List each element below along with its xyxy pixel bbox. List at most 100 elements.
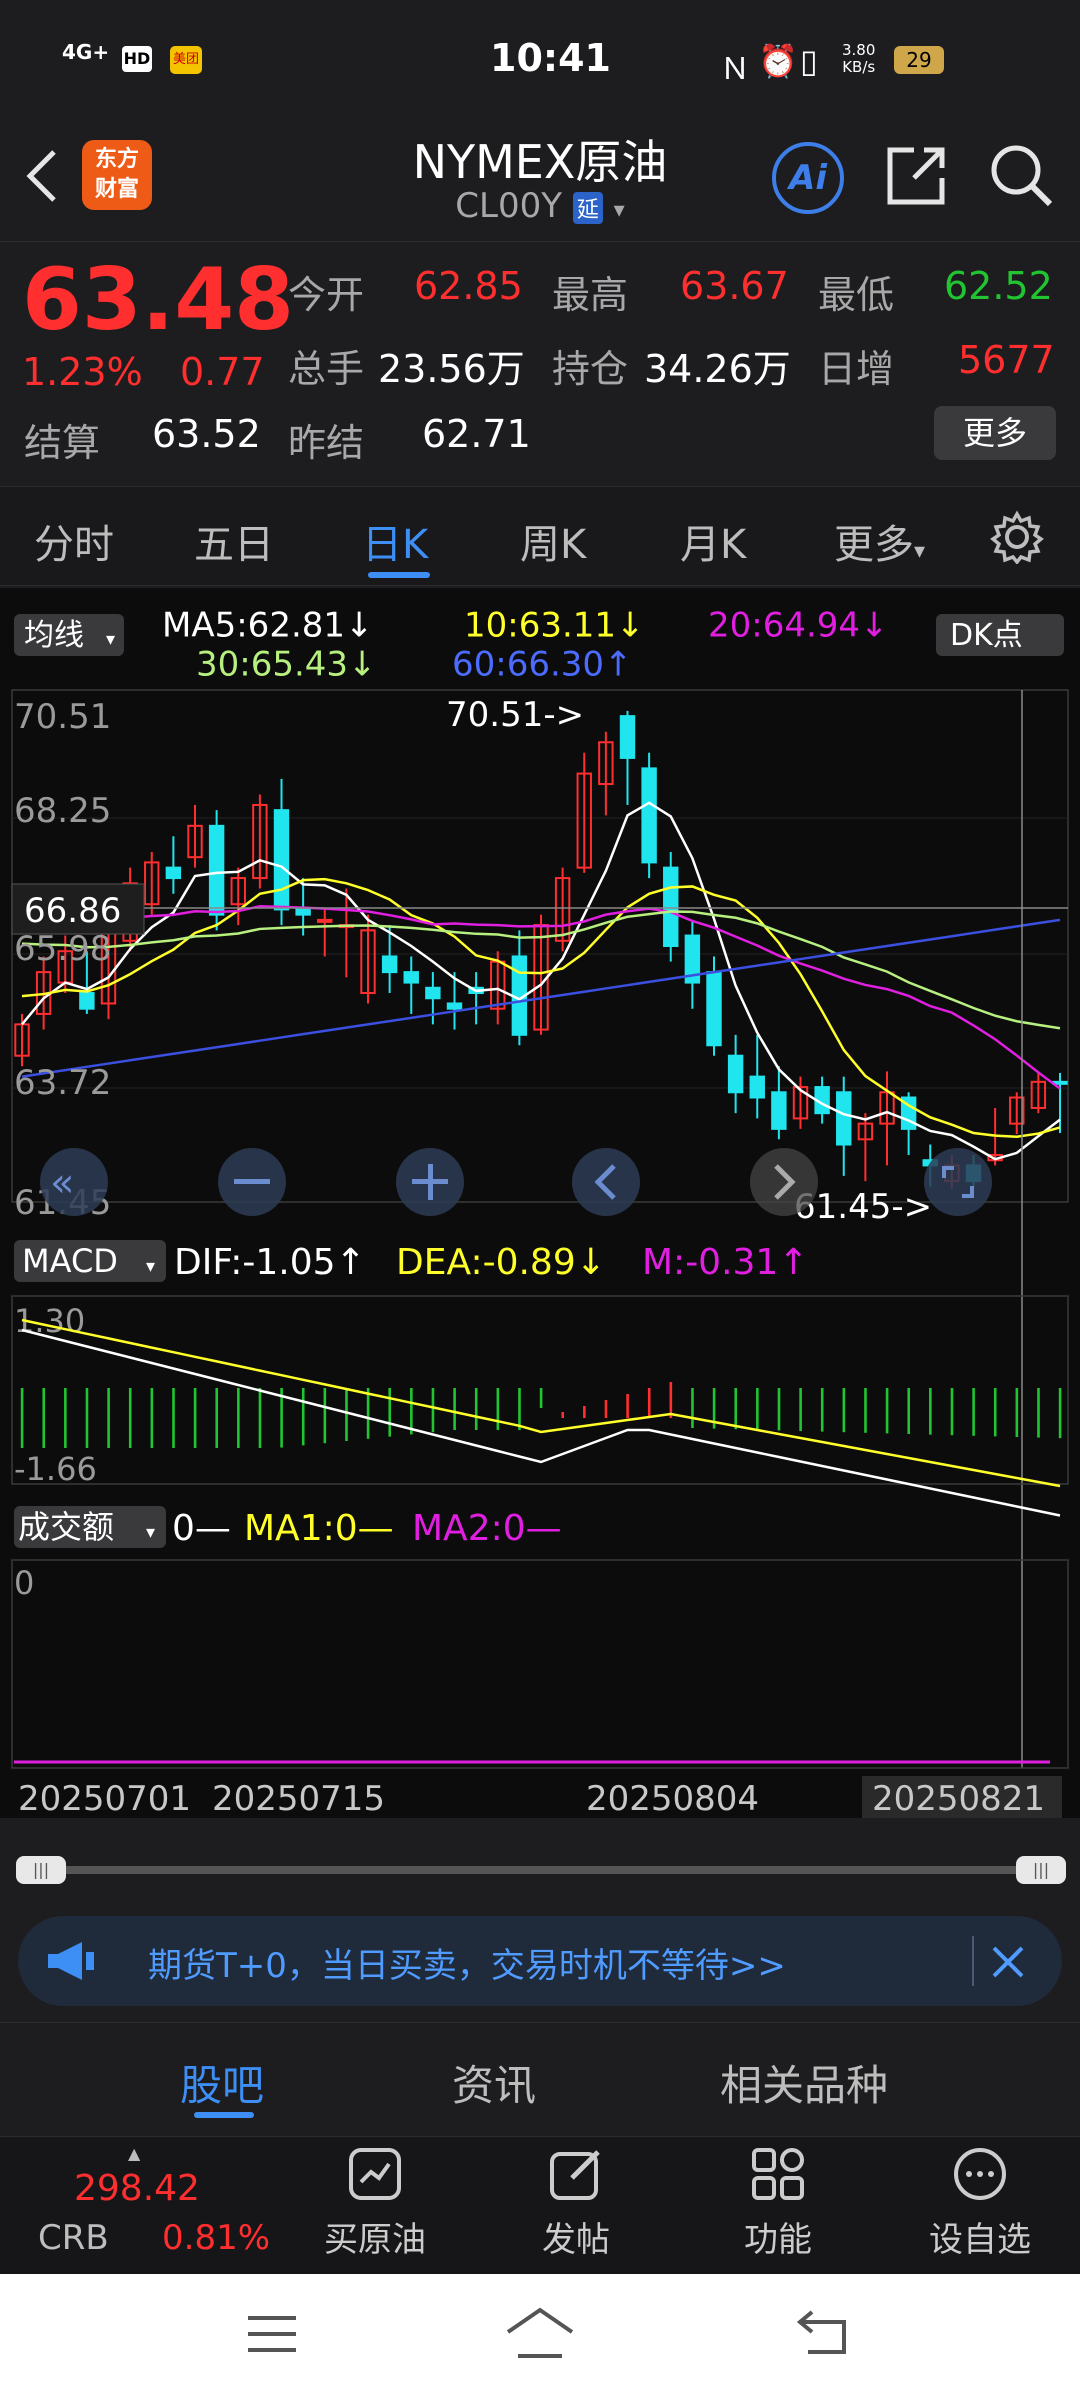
net-speed: 3.80 KB/s xyxy=(842,41,876,76)
functions-button[interactable]: 功能 xyxy=(726,2146,830,2266)
macd-bar xyxy=(1037,1388,1040,1438)
tab-active-indicator xyxy=(368,572,430,578)
high-value: 63.67 xyxy=(680,264,789,308)
menu-icon[interactable] xyxy=(244,2312,300,2356)
zoom-in-button[interactable] xyxy=(396,1148,464,1216)
alarm-icon: ⏰ xyxy=(758,42,798,80)
low-label: 最低 xyxy=(818,273,895,317)
tab-monthly-k[interactable]: 月K xyxy=(680,512,746,570)
tab-related-products[interactable]: 相关品种 xyxy=(720,2052,888,2113)
macd-bar xyxy=(345,1388,348,1441)
macd-bar xyxy=(85,1388,89,1448)
post-button[interactable]: 发帖 xyxy=(524,2146,628,2266)
candle-body xyxy=(208,824,225,916)
range-slider-track[interactable] xyxy=(40,1866,1040,1874)
tab-news[interactable]: 资讯 xyxy=(452,2052,536,2113)
scroll-left-fast-button[interactable]: « xyxy=(40,1148,108,1216)
change-percent: 1.23% xyxy=(22,350,143,394)
edit-post-icon xyxy=(550,2150,600,2200)
kline-chart-svg[interactable]: 均线 ▾ MA5:62.81↓ 10:63.11↓ 20:64.94↓ 30:6… xyxy=(0,588,1080,1822)
tab-intraday[interactable]: 分时 xyxy=(34,512,114,570)
share-icon[interactable] xyxy=(884,144,948,208)
content-tabs xyxy=(0,2022,1080,2132)
promo-text[interactable]: 期货T+0，当日买卖，交易时机不等待>> xyxy=(148,1938,786,1987)
tab-more[interactable]: 更多▾ xyxy=(834,512,925,570)
hd-badge: HD xyxy=(122,46,152,72)
low-value: 62.52 xyxy=(944,264,1053,308)
scroll-left-button[interactable] xyxy=(572,1148,640,1216)
promo-divider xyxy=(972,1936,974,1986)
scroll-right-button[interactable] xyxy=(750,1148,818,1216)
macd-bar xyxy=(756,1388,759,1430)
macd-bar xyxy=(907,1388,911,1434)
macd-bar xyxy=(864,1388,867,1433)
candle-body xyxy=(165,866,182,880)
chevron-down-icon: ▾ xyxy=(146,1522,155,1543)
zoom-out-button[interactable] xyxy=(218,1148,286,1216)
range-slider-area xyxy=(0,1818,1080,1908)
add-watchlist-button[interactable]: 设自选 xyxy=(920,2146,1040,2266)
kline-chart-area[interactable]: 均线 ▾ MA5:62.81↓ 10:63.11↓ 20:64.94↓ 30:6… xyxy=(0,588,1080,1822)
macd-histogram xyxy=(20,1382,1062,1448)
macd-bar xyxy=(107,1388,110,1448)
macd-bar xyxy=(1058,1388,1062,1439)
range-slider-right-handle[interactable]: ||| xyxy=(1016,1856,1066,1884)
tab-daily-k[interactable]: 日K xyxy=(362,512,428,570)
ma60-legend: 60:66.30↑ xyxy=(452,645,633,685)
settle-value: 63.52 xyxy=(152,412,261,456)
last-price: 63.48 xyxy=(22,250,295,350)
macd-bar xyxy=(388,1388,392,1437)
price-axis-label: 63.72 xyxy=(14,1063,111,1103)
candle-body xyxy=(425,986,441,1000)
macd-axis-bottom: -1.66 xyxy=(14,1450,97,1488)
prev-settle-label: 昨结 xyxy=(288,421,365,465)
settings-gear-icon[interactable] xyxy=(990,510,1044,564)
high-label: 最高 xyxy=(552,273,629,317)
nfc-icon: Ｎ xyxy=(720,52,750,87)
volume-ma2: MA2:0— xyxy=(412,1508,562,1549)
chevron-down-icon: ▾ xyxy=(914,539,926,564)
tab-five-day[interactable]: 五日 xyxy=(194,512,274,570)
open-label: 今开 xyxy=(288,273,365,317)
macd-bar xyxy=(626,1394,629,1418)
change-amount: 0.77 xyxy=(180,350,265,394)
macd-bar xyxy=(42,1388,46,1448)
post-label: 发帖 xyxy=(542,2220,610,2260)
candle-body xyxy=(446,1002,463,1010)
volume-selector-label: 成交额 xyxy=(18,1508,114,1546)
chevron-down-icon: ▾ xyxy=(613,198,625,223)
expand-chart-icon[interactable] xyxy=(924,1148,992,1216)
svg-text:«: « xyxy=(50,1160,74,1206)
macd-bar xyxy=(453,1388,456,1430)
macd-bar xyxy=(258,1388,262,1448)
macd-bar xyxy=(950,1388,954,1436)
dk-point-label: DK点 xyxy=(950,618,1023,653)
candle-body xyxy=(79,992,95,1010)
buy-crude-button[interactable]: 买原油 xyxy=(318,2146,432,2266)
crb-index-widget[interactable]: ▲ 298.42 CRB 0.81% xyxy=(0,2140,300,2270)
range-slider-left-handle[interactable]: ||| xyxy=(16,1856,66,1884)
macd-bar xyxy=(323,1388,327,1444)
ai-assistant-button[interactable]: Ai xyxy=(772,142,844,214)
macd-bar xyxy=(583,1406,586,1418)
price-axis-label: 68.25 xyxy=(14,791,111,831)
signal-indicator: 4G+ xyxy=(62,40,110,64)
home-icon[interactable] xyxy=(504,2306,576,2362)
clock: 10:41 xyxy=(490,36,611,80)
tab-weekly-k[interactable]: 周K xyxy=(520,512,586,570)
macd-bar xyxy=(820,1388,824,1432)
macd-bar xyxy=(474,1388,478,1430)
more-quote-button[interactable]: 更多 xyxy=(934,406,1056,460)
macd-bar xyxy=(301,1388,305,1446)
macd-bar xyxy=(993,1388,997,1437)
candle-body xyxy=(663,866,679,948)
macd-bar xyxy=(539,1388,543,1408)
price-axis-label: 70.51 xyxy=(14,697,111,737)
open-value: 62.85 xyxy=(414,264,523,308)
tab-forum[interactable]: 股吧 xyxy=(180,2052,264,2113)
macd-bar xyxy=(929,1388,932,1435)
back-nav-icon[interactable] xyxy=(796,2308,852,2358)
macd-bar xyxy=(366,1388,370,1439)
search-icon[interactable] xyxy=(988,142,1054,208)
close-icon[interactable] xyxy=(990,1944,1026,1980)
